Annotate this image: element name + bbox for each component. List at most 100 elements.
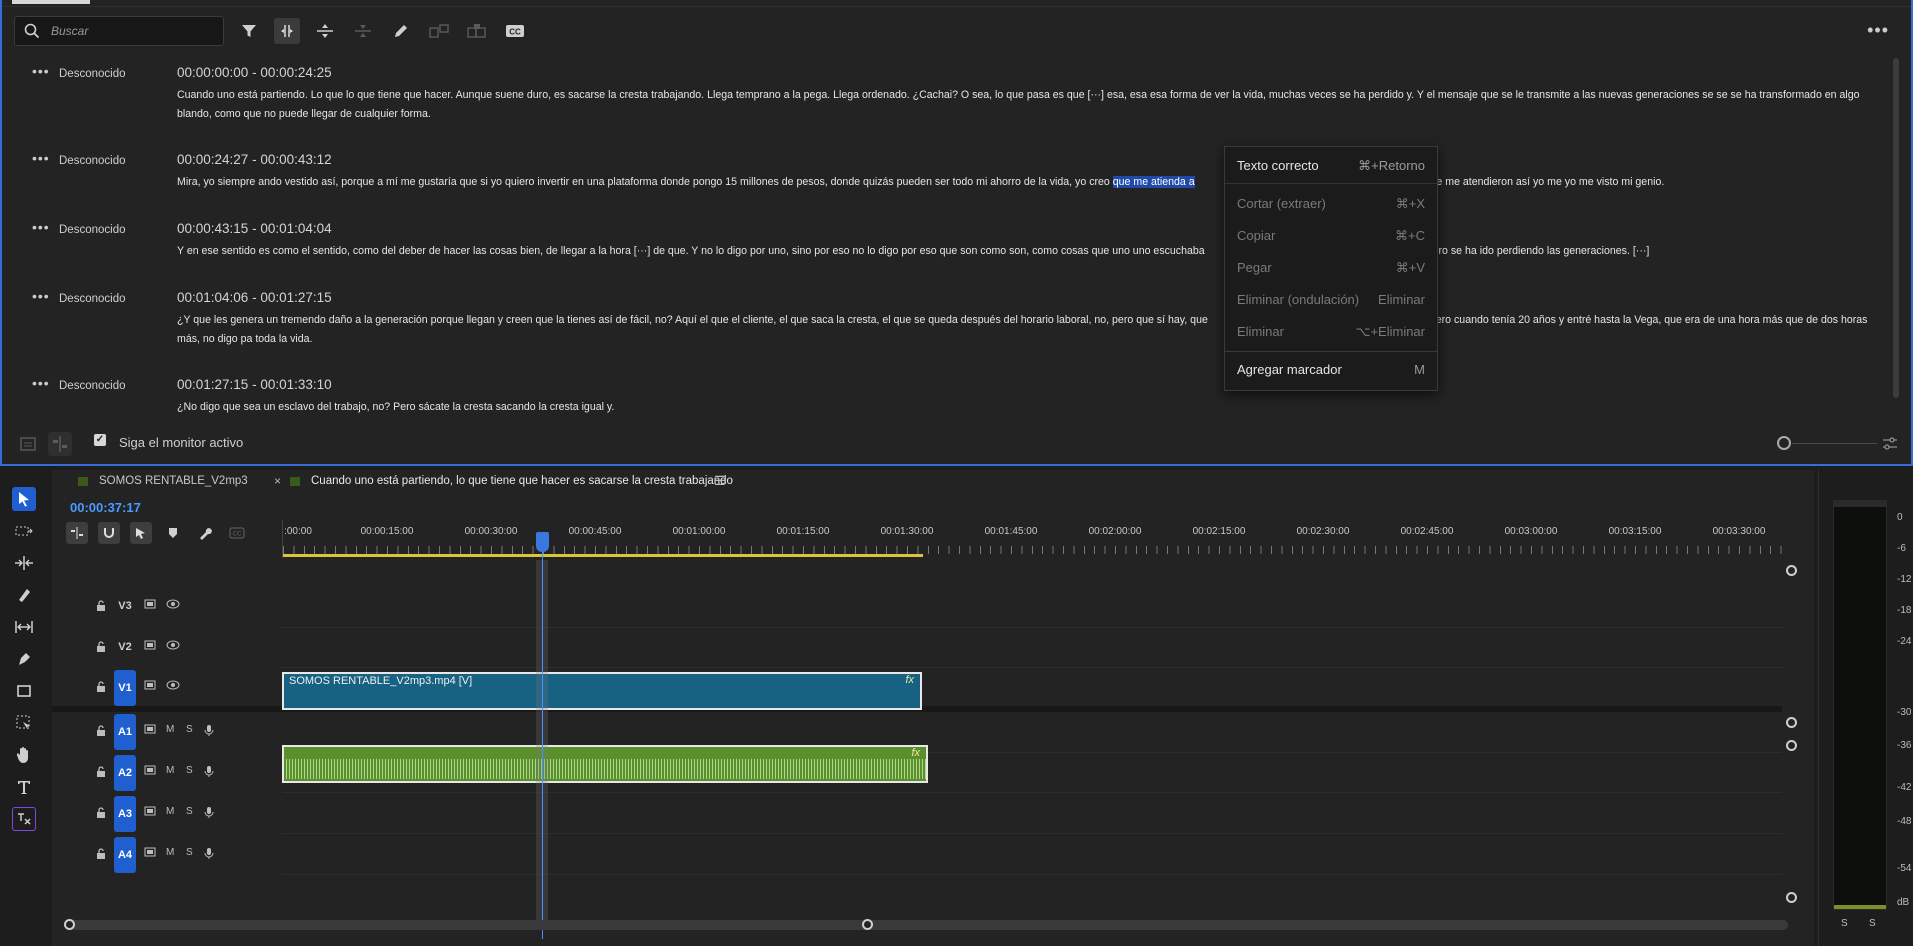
film-icon[interactable] — [144, 806, 156, 819]
speaker-label[interactable]: Desconocido — [59, 224, 125, 236]
segment-text-part[interactable]: Y en ese sentido es como el sentido, com… — [177, 245, 1205, 257]
microphone-icon[interactable] — [204, 724, 214, 740]
slip-tool-icon[interactable] — [12, 615, 36, 639]
search-input[interactable] — [51, 21, 216, 41]
segment-text[interactable]: Y en ese sentido es como el sentido, com… — [177, 242, 1882, 261]
pen-tool-icon[interactable] — [12, 647, 36, 671]
lock-icon[interactable] — [96, 765, 106, 783]
segment-text-part[interactable]: que me atendieron así yo me yo me visto … — [1425, 176, 1665, 188]
eye-icon[interactable] — [166, 599, 180, 612]
film-icon[interactable] — [144, 640, 156, 653]
playhead-handle[interactable] — [536, 532, 549, 552]
merge-segments-icon[interactable] — [312, 18, 338, 44]
mute-button[interactable]: M — [166, 806, 174, 817]
work-area-bar[interactable] — [283, 554, 923, 557]
pencil-icon[interactable] — [388, 18, 414, 44]
captions-icon[interactable]: CC — [502, 18, 528, 44]
hscroll-knob-right[interactable] — [862, 919, 873, 930]
tab-menu-icon[interactable]: ☰ — [714, 473, 726, 489]
audio-meter[interactable] — [1833, 500, 1887, 910]
segment-text[interactable]: ¿Y que les genera un tremendo daño a la … — [177, 311, 1882, 348]
lock-icon[interactable] — [96, 847, 106, 865]
lock-icon[interactable] — [96, 640, 106, 658]
solo-button[interactable]: S — [186, 765, 193, 776]
settings-sliders-icon[interactable] — [1878, 432, 1902, 456]
audio-scroll-knob-top[interactable] — [1786, 740, 1797, 751]
eye-icon[interactable] — [166, 640, 180, 653]
segment-menu-icon[interactable]: ••• — [32, 376, 50, 390]
menu-item-copy[interactable]: Copiar ⌘+C — [1225, 223, 1437, 249]
track-name[interactable]: V3 — [114, 595, 136, 617]
track-target-a4[interactable]: A4 — [114, 837, 136, 873]
segment-text-part[interactable]: ¿Y que les genera un tremendo daño a la … — [177, 314, 1208, 326]
meter-solo-left[interactable]: S — [1841, 918, 1848, 929]
segment-text[interactable]: Cuando uno está partiendo. Lo que lo que… — [177, 86, 1882, 123]
solo-button[interactable]: S — [186, 847, 193, 858]
microphone-icon[interactable] — [204, 806, 214, 822]
overwrite-icon[interactable] — [464, 18, 490, 44]
speaker-label[interactable]: Desconocido — [59, 380, 125, 392]
video-scroll-knob-bottom[interactable] — [1786, 717, 1797, 728]
video-clip[interactable]: SOMOS RENTABLE_V2mp3.mp4 [V] fx — [282, 672, 922, 710]
segment-text-part[interactable]: . Pero se ha ido perdiendo las generacio… — [1420, 245, 1650, 257]
speaker-label[interactable]: Desconocido — [59, 155, 125, 167]
segment-text[interactable]: Mira, yo siempre ando vestido así, porqu… — [177, 173, 1882, 192]
split-segment-icon[interactable] — [274, 18, 300, 44]
segment-menu-icon[interactable]: ••• — [32, 289, 50, 303]
zoom-slider-knob[interactable] — [1777, 436, 1791, 450]
selection-tool-icon[interactable] — [12, 487, 36, 511]
tab-close-icon[interactable]: × — [274, 474, 281, 488]
snap-icon[interactable] — [98, 522, 120, 544]
zoom-slider-track[interactable] — [1792, 443, 1877, 444]
tab-sequence-2[interactable]: Cuando uno está partiendo, lo que tiene … — [311, 475, 733, 487]
insert-icon[interactable] — [426, 18, 452, 44]
selected-text[interactable]: que me atienda a — [1112, 176, 1195, 188]
linked-selection-icon[interactable] — [130, 522, 152, 544]
timeline-horizontal-scrollbar[interactable] — [68, 920, 1788, 930]
add-marker-icon[interactable] — [162, 522, 184, 544]
segment-menu-icon[interactable]: ••• — [32, 220, 50, 234]
menu-item-correct-text[interactable]: Texto correcto ⌘+Retorno — [1225, 153, 1437, 179]
mute-button[interactable]: M — [166, 847, 174, 858]
rectangle-tool-icon[interactable] — [12, 679, 36, 703]
segment-menu-icon[interactable]: ••• — [32, 151, 50, 165]
menu-item-ripple-delete[interactable]: Eliminar (ondulación) Eliminar — [1225, 287, 1437, 313]
track-target-v1[interactable]: V1 — [114, 670, 136, 706]
audio-clip[interactable]: fx — [282, 745, 928, 783]
track-select-tool-icon[interactable] — [12, 519, 36, 543]
panel-menu-icon[interactable]: ••• — [1867, 20, 1889, 41]
microphone-icon[interactable] — [204, 765, 214, 781]
track-name[interactable]: V2 — [114, 636, 136, 658]
segment-menu-icon[interactable]: ••• — [32, 64, 50, 78]
transcript-scrollbar[interactable] — [1893, 58, 1899, 398]
film-icon[interactable] — [144, 847, 156, 860]
lock-icon[interactable] — [96, 806, 106, 824]
video-scroll-knob-top[interactable] — [1786, 565, 1797, 576]
audio-scroll-knob-bottom[interactable] — [1786, 892, 1797, 903]
menu-item-add-marker[interactable]: Agregar marcador M — [1225, 357, 1437, 383]
lock-icon[interactable] — [96, 599, 106, 617]
collapse-icon[interactable] — [350, 18, 376, 44]
meter-solo-right[interactable]: S — [1869, 918, 1876, 929]
track-target-a3[interactable]: A3 — [114, 796, 136, 832]
segment-text-part[interactable]: Mira, yo siempre ando vestido así, porqu… — [177, 176, 1113, 188]
insert-sequence-icon[interactable] — [66, 522, 88, 544]
film-icon[interactable] — [144, 724, 156, 737]
type-tool-icon[interactable] — [12, 775, 36, 799]
wrench-icon[interactable] — [194, 522, 216, 544]
film-icon[interactable] — [144, 765, 156, 778]
segment-text[interactable]: ¿No digo que sea un esclavo del trabajo,… — [177, 398, 1882, 417]
search-box[interactable] — [14, 16, 224, 46]
razor-tool-icon[interactable] — [12, 583, 36, 607]
solo-button[interactable]: S — [186, 806, 193, 817]
lock-icon[interactable] — [96, 724, 106, 742]
tab-sequence-1[interactable]: SOMOS RENTABLE_V2mp3 — [99, 475, 248, 487]
object-select-tool-icon[interactable] — [12, 711, 36, 735]
mute-button[interactable]: M — [166, 724, 174, 735]
menu-item-cut[interactable]: Cortar (extraer) ⌘+X — [1225, 191, 1437, 217]
mute-button[interactable]: M — [166, 765, 174, 776]
export-icon[interactable] — [18, 432, 42, 456]
solo-button[interactable]: S — [186, 724, 193, 735]
microphone-icon[interactable] — [204, 847, 214, 863]
eye-icon[interactable] — [166, 680, 180, 693]
